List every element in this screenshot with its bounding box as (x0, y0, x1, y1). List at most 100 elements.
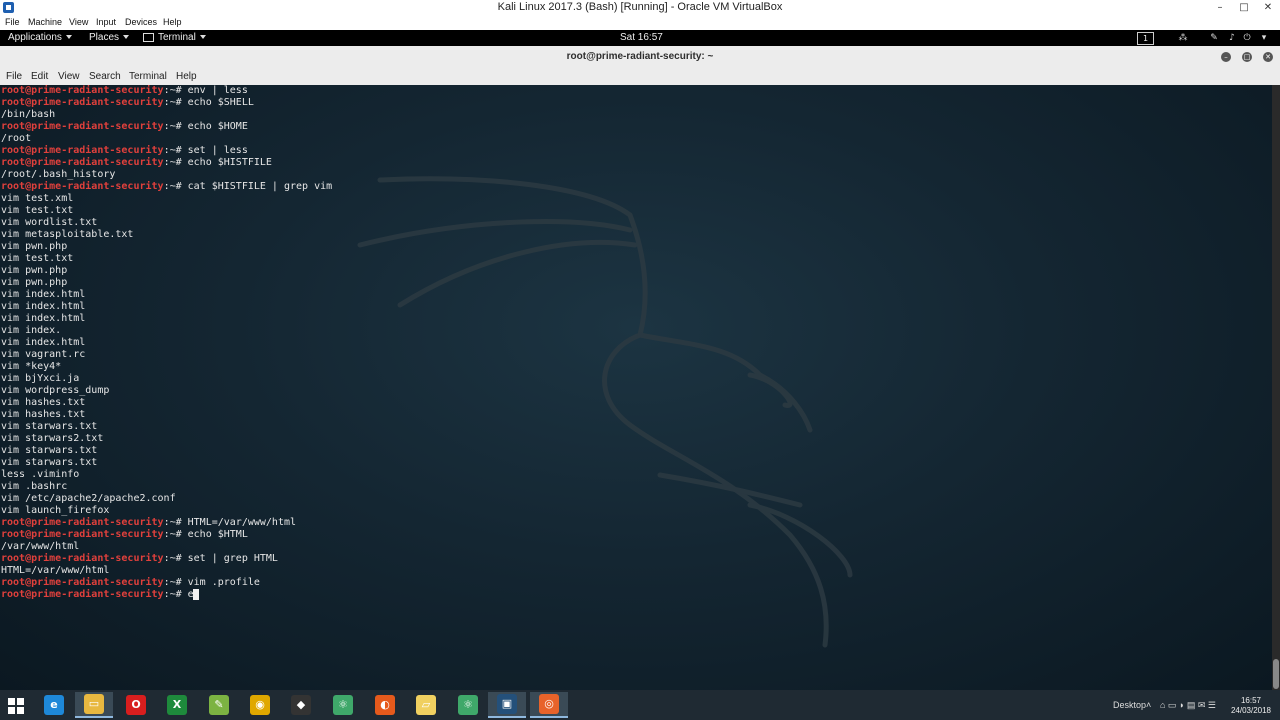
terminal-line: vim *key4* (1, 361, 332, 373)
places-label: Places (89, 32, 120, 43)
menu-machine[interactable]: Machine (28, 15, 62, 30)
output-text: vim starwars.txt (1, 445, 98, 456)
terminal-titlebar: root@prime-radiant-security: ~ – □ ✕ (0, 46, 1280, 69)
window-title: Kali Linux 2017.3 (Bash) [Running] - Ora… (497, 1, 783, 13)
clock[interactable]: Sat 16:57 (620, 30, 663, 46)
excel-icon: X (167, 695, 187, 715)
close-button[interactable]: ✕ (1256, 0, 1280, 15)
terminal-line: vim test.xml (1, 193, 332, 205)
windows-taskbar: e ▭ O X ✎ ◉ ◆ ⚛ ◐ ▱ ⚛ ▣ ◎ Desktop ˄ ⌂ ▭ ◗ ▤ ✉ ☰ 16:5… (0, 690, 1280, 720)
terminal-line: root@prime-radiant-security:~# HTML=/var… (1, 517, 332, 529)
terminal-menu-help[interactable]: Help (176, 68, 197, 85)
terminal-app-menu[interactable]: Terminal (143, 30, 206, 46)
taskbar-app-ie[interactable]: e (35, 692, 73, 718)
terminal-line: vim pwn.php (1, 277, 332, 289)
terminal-menu-file[interactable]: File (6, 68, 22, 85)
taskbar-app-firefox[interactable]: ◐ (366, 692, 404, 718)
workspace-indicator[interactable]: 1 (1137, 32, 1154, 45)
desktop-toolbar[interactable]: Desktop (1113, 690, 1146, 720)
terminal-line: vim launch_firefox (1, 505, 332, 517)
virtualbox-menubar: File Machine View Input Devices Help (0, 15, 1280, 31)
taskbar-app-atom-2[interactable]: ⚛ (449, 692, 487, 718)
windows-start-icon[interactable] (8, 698, 24, 714)
menu-view[interactable]: View (69, 15, 88, 30)
applications-menu[interactable]: Applications (8, 30, 72, 46)
terminal-line: /root (1, 133, 332, 145)
text-cursor (192, 589, 199, 600)
output-text: vim index.html (1, 313, 86, 324)
network-icon[interactable]: ⁂ (1177, 32, 1189, 44)
output-text: vim test.xml (1, 193, 74, 204)
output-text: vim starwars.txt (1, 421, 98, 432)
menu-devices[interactable]: Devices (125, 15, 157, 30)
terminal-line: vim hashes.txt (1, 397, 332, 409)
chevron-down-icon[interactable]: ▾ (1258, 32, 1270, 44)
shell-prompt: root@prime-radiant-security (1, 529, 164, 540)
terminal-close-button[interactable]: ✕ (1263, 52, 1273, 62)
terminal-line: /root/.bash_history (1, 169, 332, 181)
taskbar-app-opera[interactable]: O (117, 692, 155, 718)
terminal-line: vim index.html (1, 289, 332, 301)
terminal-menu-search[interactable]: Search (89, 68, 121, 85)
applications-label: Applications (8, 32, 62, 43)
menu-help[interactable]: Help (163, 15, 182, 30)
pen-icon[interactable]: ✎ (1208, 32, 1220, 44)
output-text: HTML=/var/www/html (1, 565, 110, 576)
shell-prompt: root@prime-radiant-security (1, 181, 164, 192)
terminal-lines: root@prime-radiant-security:~# env | les… (1, 85, 332, 601)
places-menu[interactable]: Places (89, 30, 130, 46)
taskbar-app-ubuntu[interactable]: ◎ (530, 692, 568, 718)
terminal-maximize-button[interactable]: □ (1242, 52, 1252, 62)
taskbar-date: 24/03/2018 (1230, 706, 1272, 715)
taskbar-app-file-explorer[interactable]: ▭ (75, 692, 113, 718)
terminal-line: root@prime-radiant-security:~# echo $SHE… (1, 97, 332, 109)
taskbar-app-excel[interactable]: X (158, 692, 196, 718)
taskbar-app-atom[interactable]: ⚛ (324, 692, 362, 718)
maximize-button[interactable]: □ (1232, 0, 1256, 15)
taskbar-app-notepad-plus[interactable]: ✎ (200, 692, 238, 718)
terminal-menu-terminal[interactable]: Terminal (129, 68, 167, 85)
terminal-line: vim starwars.txt (1, 421, 332, 433)
output-text: vim bjYxci.ja (1, 373, 80, 384)
terminal-line: root@prime-radiant-security:~# set | gre… (1, 553, 332, 565)
command-text: :~# HTML=/var/www/html (163, 517, 297, 528)
shell-prompt: root@prime-radiant-security (1, 145, 164, 156)
terminal-menu-view[interactable]: View (58, 68, 80, 85)
output-text: vim launch_firefox (1, 505, 110, 516)
taskbar-app-git[interactable]: ◆ (282, 692, 320, 718)
taskbar-app-chrome[interactable]: ◉ (241, 692, 279, 718)
opera-icon: O (126, 695, 146, 715)
terminal-line: less .viminfo (1, 469, 332, 481)
terminal-minimize-button[interactable]: – (1221, 52, 1231, 62)
command-text: :~# echo $SHELL (163, 97, 254, 108)
volume-icon[interactable]: ♪ (1226, 32, 1238, 44)
output-text: vim hashes.txt (1, 397, 86, 408)
taskbar-app-folder[interactable]: ▱ (407, 692, 445, 718)
taskbar-clock[interactable]: 16:57 24/03/2018 (1226, 696, 1276, 716)
command-text: :~# echo $HISTFILE (163, 157, 272, 168)
menu-file[interactable]: File (5, 15, 20, 30)
terminal-line: root@prime-radiant-security:~# cat $HIST… (1, 181, 332, 193)
shell-prompt: root@prime-radiant-security (1, 121, 164, 132)
output-text: vim wordlist.txt (1, 217, 98, 228)
firefox-icon: ◐ (375, 695, 395, 715)
output-text: less .viminfo (1, 469, 80, 480)
output-text: /var/www/html (1, 541, 80, 552)
minimize-button[interactable]: – (1208, 0, 1232, 15)
taskbar-time: 16:57 (1240, 696, 1262, 705)
terminal-line: vim test.txt (1, 205, 332, 217)
taskbar-app-virtualbox[interactable]: ▣ (488, 692, 526, 718)
terminal-output[interactable]: root@prime-radiant-security:~# env | les… (0, 85, 1272, 690)
terminal-line: vim pwn.php (1, 265, 332, 277)
terminal-menu-edit[interactable]: Edit (31, 68, 48, 85)
scrollbar-thumb[interactable] (1273, 659, 1279, 689)
chevron-up-icon[interactable]: ˄ (1146, 690, 1151, 720)
output-text: vim index.html (1, 301, 86, 312)
tray-icons[interactable]: ⌂ ▭ ◗ ▤ ✉ ☰ (1160, 690, 1216, 720)
menu-input[interactable]: Input (96, 15, 116, 30)
command-text: :~# set | less (163, 145, 248, 156)
terminal-scrollbar[interactable] (1272, 85, 1280, 690)
terminal-line: vim index.html (1, 313, 332, 325)
atom-icon-2: ⚛ (458, 695, 478, 715)
power-icon[interactable]: ⏻ (1241, 32, 1253, 44)
